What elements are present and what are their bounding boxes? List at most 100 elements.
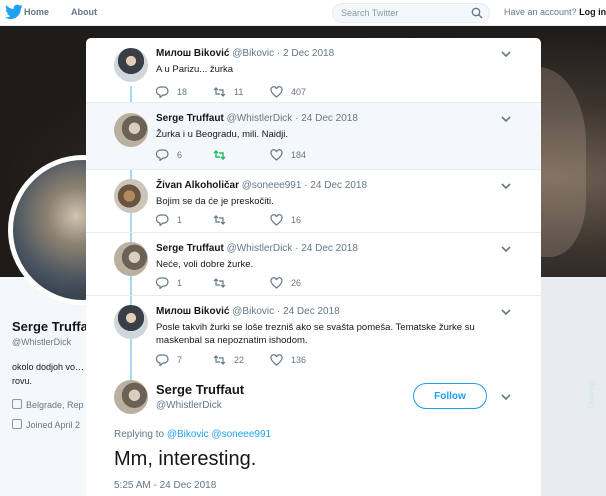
separator-dot: · [276, 48, 281, 59]
tweet-date[interactable]: 24 Dec 2018 [301, 113, 358, 124]
separator-dot: · [276, 306, 281, 317]
like-icon [270, 354, 283, 366]
focused-author-handle[interactable]: @WhistlerDick [156, 400, 222, 411]
reply-icon [156, 149, 169, 161]
calendar-icon [12, 419, 22, 429]
tweet-date[interactable]: 24 Dec 2018 [310, 180, 367, 191]
profile-bio: okolo dodjoh vo… rovu. [12, 362, 85, 386]
reply-count: 1 [177, 215, 183, 225]
reply-count: 18 [177, 87, 188, 97]
avatar[interactable] [114, 380, 148, 414]
like-count: 407 [291, 87, 307, 97]
avatar[interactable] [114, 113, 148, 147]
avatar[interactable] [114, 305, 148, 339]
search-input[interactable]: Search Twitter [332, 3, 490, 23]
chevron-down-icon[interactable] [501, 309, 511, 316]
reply-count: 6 [177, 150, 183, 160]
tweet-author-name[interactable]: Serge Truffaut [156, 113, 224, 124]
retweet-icon [213, 150, 226, 160]
reply-count: 1 [177, 278, 183, 288]
tweet-author-handle[interactable]: @WhistlerDick [227, 243, 293, 254]
reply-icon [156, 277, 169, 289]
tweet-modal: Милош Biković @Bikovic · 2 Dec 2018 A u … [86, 38, 541, 496]
avatar[interactable] [114, 48, 148, 82]
like-count: 26 [291, 278, 302, 288]
thread-tweet[interactable]: Милош Biković @Bikovic · 24 Dec 2018 Pos… [86, 296, 541, 373]
nav-home-link[interactable]: Home [24, 7, 49, 17]
chevron-down-icon[interactable] [501, 183, 511, 190]
tweet-header: Živan Alkoholičar @soneee991 · 24 Dec 20… [156, 180, 367, 191]
watermark: Твитер [586, 381, 596, 410]
reply-icon [156, 354, 169, 366]
like-count: 184 [291, 150, 307, 160]
tweet-author-handle[interactable]: @Bikovic [232, 306, 274, 317]
retweet-icon [213, 87, 226, 97]
separator-dot: · [295, 113, 299, 124]
retweet-icon [213, 355, 226, 365]
focused-tweet-timestamp[interactable]: 5:25 AM - 24 Dec 2018 [114, 480, 216, 491]
tweet-header: Serge Truffaut @WhistlerDick · 24 Dec 20… [156, 113, 358, 124]
like-count: 16 [291, 215, 302, 225]
tweet-author-name[interactable]: Serge Truffaut [156, 243, 224, 254]
tweet-text: Žurka i u Beogradu, mili. Naidji. [156, 129, 288, 140]
separator-dot: · [304, 180, 308, 191]
separator-dot: · [295, 243, 299, 254]
like-icon [270, 214, 283, 226]
reply-icon [156, 86, 169, 98]
tweet-text: Neće, voli dobre žurke. [156, 259, 254, 270]
like-icon [270, 277, 283, 289]
tweet-text: Posle takvih žurki se loše trezniš ako s… [156, 322, 475, 346]
chevron-down-icon[interactable] [501, 51, 511, 58]
thread-tweet[interactable]: Serge Truffaut @WhistlerDick · 24 Dec 20… [86, 233, 541, 296]
tweet-author-name[interactable]: Милош Biković [156, 48, 230, 59]
reply-count: 7 [177, 355, 183, 365]
tweet-author-name[interactable]: Милош Biković [156, 306, 230, 317]
account-prompt: Have an account? Log in ▾ [504, 7, 606, 18]
chevron-down-icon[interactable] [501, 394, 511, 401]
profile-location-text: Belgrade, Rep [26, 400, 84, 410]
focused-author-name[interactable]: Serge Truffaut [156, 382, 244, 397]
tweet-author-handle[interactable]: @WhistlerDick [227, 113, 293, 124]
retweet-icon [213, 215, 226, 225]
chevron-down-icon[interactable] [501, 116, 511, 123]
tweet-author-name[interactable]: Živan Alkoholičar [156, 180, 239, 191]
tweet-date[interactable]: 24 Dec 2018 [283, 306, 340, 317]
reply-icon [156, 214, 169, 226]
focused-tweet-text: Mm, interesting. [114, 448, 257, 470]
like-icon [270, 149, 283, 161]
search-icon[interactable] [471, 7, 483, 19]
tweet-date[interactable]: 2 Dec 2018 [283, 48, 334, 59]
follow-button[interactable]: Follow [413, 383, 487, 409]
like-icon [270, 86, 283, 98]
top-navigation-bar: Home About Search Twitter Have an accoun… [0, 0, 606, 26]
profile-location: Belgrade, Rep [12, 399, 84, 410]
tweet-author-handle[interactable]: @soneee991 [242, 180, 302, 191]
thread-tweet[interactable]: Serge Truffaut @WhistlerDick · 24 Dec 20… [86, 103, 541, 170]
tweet-header: Милош Biković @Bikovic · 24 Dec 2018 [156, 306, 340, 317]
replying-to-label: Replying to [114, 429, 165, 440]
search-placeholder: Search Twitter [341, 8, 399, 18]
tweet-author-handle[interactable]: @Bikovic [232, 48, 274, 59]
account-prompt-text: Have an account? [504, 7, 577, 17]
thread-tweet[interactable]: Милош Biković @Bikovic · 2 Dec 2018 A u … [86, 38, 541, 103]
retweet-count: 11 [234, 87, 244, 97]
retweet-icon [213, 278, 226, 288]
thread-tweet[interactable]: Živan Alkoholičar @soneee991 · 24 Dec 20… [86, 170, 541, 233]
tweet-header: Serge Truffaut @WhistlerDick · 24 Dec 20… [156, 243, 358, 254]
chevron-down-icon[interactable] [501, 246, 511, 253]
avatar[interactable] [114, 179, 148, 213]
profile-handle: @WhistlerDick [12, 337, 72, 347]
avatar[interactable] [114, 242, 148, 276]
location-icon [12, 399, 22, 409]
tweet-header: Милош Biković @Bikovic · 2 Dec 2018 [156, 48, 334, 59]
tweet-text: Bojim se da će je preskočiti. [156, 196, 274, 207]
retweet-count: 22 [234, 355, 245, 365]
replying-to-line: Replying to @Bikovic @soneee991 [114, 429, 271, 440]
tweet-date[interactable]: 24 Dec 2018 [301, 243, 358, 254]
nav-about-link[interactable]: About [71, 7, 97, 17]
twitter-bird-icon[interactable] [5, 4, 23, 20]
login-link[interactable]: Log in [579, 7, 606, 17]
like-count: 136 [291, 355, 307, 365]
profile-joined: Joined April 2 [12, 419, 80, 430]
replying-to-mentions[interactable]: @Bikovic @soneee991 [167, 429, 271, 440]
